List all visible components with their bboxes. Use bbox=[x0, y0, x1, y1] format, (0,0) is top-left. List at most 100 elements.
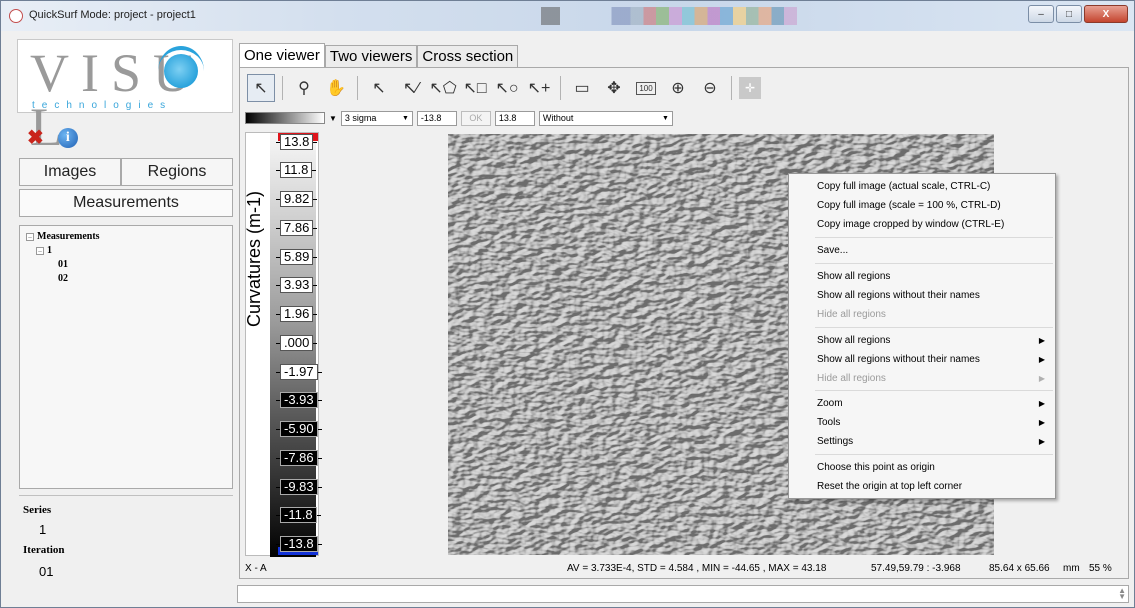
select-point-icon[interactable]: ↖ bbox=[365, 74, 393, 102]
status-cursor: 57.49,59.79 : -3.968 bbox=[871, 563, 961, 574]
menu-item[interactable]: Copy full image (actual scale, CTRL-C) bbox=[817, 179, 990, 195]
status-statistics: AV = 3.733E-4, STD = 4.584 , MIN = -44.6… bbox=[567, 563, 827, 574]
status-size: 85.64 x 65.66 bbox=[989, 563, 1050, 574]
submenu-arrow-icon: ▶ bbox=[1038, 374, 1045, 383]
menu-item: Hide all regions bbox=[817, 373, 886, 384]
collapse-icon[interactable]: – bbox=[36, 247, 44, 255]
minimize-button[interactable]: – bbox=[1028, 5, 1054, 23]
tab-one-viewer[interactable]: One viewer bbox=[239, 43, 325, 67]
logo-subtitle: technologies bbox=[32, 100, 173, 111]
select-rectangle-icon[interactable]: ↖□ bbox=[461, 74, 489, 102]
menu-item[interactable]: Show all regions bbox=[817, 333, 890, 349]
filter-select[interactable]: Without ▼ bbox=[538, 110, 673, 126]
sigma-select[interactable]: 3 sigma ▼ bbox=[340, 110, 413, 126]
measurements-tree[interactable]: – Measurements –1 01 02 bbox=[19, 225, 233, 489]
tab-regions[interactable]: Regions bbox=[121, 158, 233, 186]
zoom-in-icon[interactable]: ⊕ bbox=[664, 74, 692, 102]
scale-tick-label: -1.97 bbox=[280, 364, 318, 380]
menu-item[interactable]: Show all regions without their names bbox=[817, 288, 980, 304]
tick-mark bbox=[313, 198, 318, 200]
tick-mark bbox=[313, 256, 318, 258]
menu-item[interactable]: Save... bbox=[817, 243, 848, 259]
info-icon[interactable]: i bbox=[57, 127, 78, 148]
select-circle-icon[interactable]: ↖○ bbox=[493, 74, 521, 102]
min-value-input[interactable]: -13.8 bbox=[416, 110, 457, 126]
scale-tick: -1.97 bbox=[276, 363, 322, 381]
menu-item[interactable]: Copy full image (scale = 100 %, CTRL-D) bbox=[817, 198, 1001, 214]
origin-icon[interactable]: ✛ bbox=[739, 77, 761, 99]
select-line-icon[interactable]: ↖∕ bbox=[397, 74, 425, 102]
fit-width-icon[interactable]: ▭ bbox=[568, 74, 596, 102]
menu-item[interactable]: Show all regions without their names bbox=[817, 352, 980, 368]
logo-dot bbox=[164, 54, 198, 88]
taskbar-thumbnails bbox=[541, 7, 861, 25]
title-bar[interactable]: QuickSurf Mode: project - project1 – □ X bbox=[1, 1, 1134, 31]
menu-separator bbox=[815, 263, 1053, 264]
status-unit: mm bbox=[1063, 563, 1080, 574]
close-button[interactable]: X bbox=[1084, 5, 1128, 23]
maximize-button[interactable]: □ bbox=[1056, 5, 1082, 23]
tree-leaf[interactable]: 01 bbox=[26, 258, 226, 272]
zoom-100-label: 100 bbox=[636, 81, 656, 95]
spinner-icon[interactable]: ▲ ▼ bbox=[1118, 587, 1126, 601]
window-title: QuickSurf Mode: project - project1 bbox=[29, 9, 196, 21]
tree-root[interactable]: – Measurements bbox=[26, 230, 226, 244]
scale-controls: ▼ 3 sigma ▼ -13.8 OK 13.8 Without ▼ bbox=[245, 110, 673, 126]
scale-tick-label: 1.96 bbox=[280, 306, 314, 322]
tick-mark bbox=[313, 342, 318, 344]
scale-tick-label: 5.89 bbox=[280, 249, 314, 265]
menu-item[interactable]: Copy image cropped by window (CTRL-E) bbox=[817, 217, 1004, 233]
tree-node[interactable]: –1 bbox=[26, 244, 226, 258]
tree-leaf-label: 01 bbox=[58, 259, 68, 270]
scale-tick: 11.8 bbox=[276, 161, 317, 179]
scale-tick: 9.82 bbox=[276, 190, 318, 208]
delete-icon[interactable]: ✖ bbox=[27, 125, 44, 150]
tick-mark bbox=[317, 428, 322, 430]
iteration-label: Iteration bbox=[23, 544, 65, 556]
select-add-icon[interactable]: ↖+ bbox=[525, 74, 553, 102]
menu-item[interactable]: Reset the origin at top left corner bbox=[817, 479, 962, 495]
menu-item[interactable]: Tools bbox=[817, 415, 840, 431]
pointer-tool-icon[interactable]: ↖ bbox=[247, 74, 275, 102]
tree-leaf[interactable]: 02 bbox=[26, 272, 226, 286]
zoom-100-icon[interactable]: 100 bbox=[632, 74, 660, 102]
menu-separator bbox=[815, 390, 1053, 391]
tree-leaf-label: 02 bbox=[58, 273, 68, 284]
tab-measurements[interactable]: Measurements bbox=[19, 189, 233, 217]
tick-mark bbox=[313, 284, 318, 286]
menu-item[interactable]: Zoom bbox=[817, 396, 843, 412]
pan-hand-icon[interactable]: ✋ bbox=[322, 74, 350, 102]
max-value-input[interactable]: 13.8 bbox=[494, 110, 535, 126]
tab-images[interactable]: Images bbox=[19, 158, 121, 186]
scale-tick: .000 bbox=[276, 334, 318, 352]
menu-item[interactable]: Show all regions bbox=[817, 269, 890, 285]
app-icon bbox=[9, 9, 23, 23]
tree-root-label: Measurements bbox=[37, 231, 100, 242]
menu-item[interactable]: Choose this point as origin bbox=[817, 460, 935, 476]
iteration-value: 01 bbox=[39, 564, 54, 579]
tab-two-viewers[interactable]: Two viewers bbox=[324, 45, 418, 67]
submenu-arrow-icon: ▶ bbox=[1038, 336, 1045, 345]
context-menu: Copy full image (actual scale, CTRL-C) Co… bbox=[788, 173, 1056, 499]
tick-mark bbox=[317, 457, 322, 459]
zoom-out-icon[interactable]: ⊖ bbox=[696, 74, 724, 102]
scale-tick-label: 11.8 bbox=[280, 162, 313, 178]
palette-dropdown-icon[interactable]: ▼ bbox=[329, 114, 337, 123]
command-input[interactable]: ▲ ▼ bbox=[237, 585, 1129, 603]
tick-mark bbox=[313, 313, 318, 315]
tab-cross-section[interactable]: Cross section bbox=[417, 45, 519, 67]
menu-item[interactable]: Settings bbox=[817, 434, 853, 450]
scale-tick-label: .000 bbox=[280, 335, 314, 351]
ok-button[interactable]: OK bbox=[460, 110, 491, 126]
collapse-icon[interactable]: – bbox=[26, 233, 34, 241]
scale-tick: -7.86 bbox=[276, 449, 322, 467]
scale-tick: 1.96 bbox=[276, 305, 318, 323]
fit-window-icon[interactable]: ✥ bbox=[600, 74, 628, 102]
tick-mark bbox=[317, 371, 322, 373]
palette-selector[interactable] bbox=[245, 112, 325, 124]
measure-tool-icon[interactable]: ⚲ bbox=[290, 74, 318, 102]
sigma-value: 3 sigma bbox=[344, 113, 377, 123]
menu-separator bbox=[815, 454, 1053, 455]
scale-tick: 7.86 bbox=[276, 219, 318, 237]
select-polygon-icon[interactable]: ↖⬠ bbox=[429, 74, 457, 102]
